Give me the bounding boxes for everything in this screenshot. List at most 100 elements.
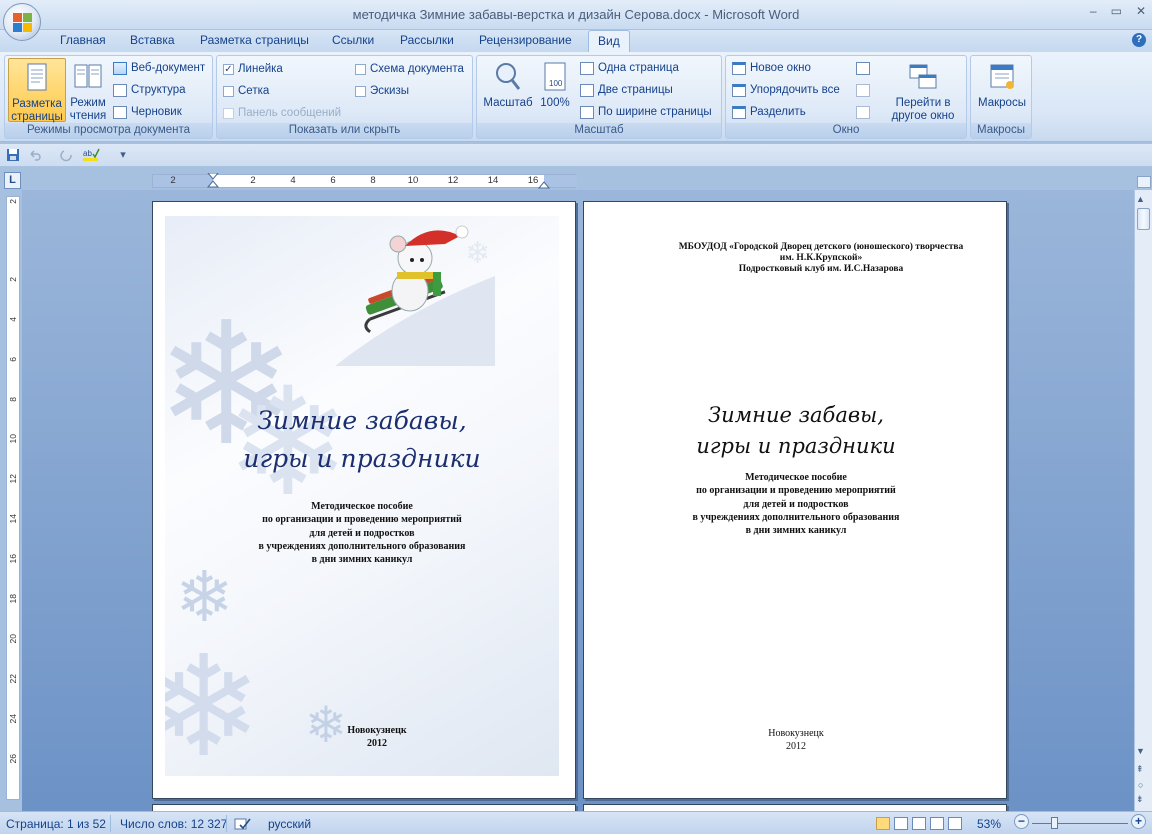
page-2[interactable]: МБОУДОД «Городской Дворец детского (юнош… bbox=[583, 201, 1007, 799]
word-count[interactable]: Число слов: 12 327 bbox=[120, 817, 227, 831]
one-page-button[interactable]: Одна страница bbox=[580, 59, 679, 77]
view-ruler-icon[interactable] bbox=[1137, 176, 1151, 188]
previous-page-icon[interactable]: ⇞ bbox=[1136, 764, 1144, 775]
group-show-hide: ✓ Линейка Сетка Панель сообщений Схема д… bbox=[216, 55, 473, 139]
gridlines-checkbox[interactable]: Сетка bbox=[223, 82, 269, 100]
ruler-number: 2 bbox=[170, 175, 176, 186]
sync-scroll-icon bbox=[856, 83, 870, 97]
ruler-number: 14 bbox=[487, 175, 499, 186]
snowflake-icon: ❄ bbox=[165, 626, 263, 776]
zoom-100-label: 100% bbox=[540, 97, 570, 109]
arrange-all-button[interactable]: Упорядочить все bbox=[732, 81, 840, 99]
close-button[interactable]: ✕ bbox=[1136, 4, 1146, 18]
ribbon-tabs: Главная Вставка Разметка страницы Ссылки… bbox=[0, 30, 1152, 53]
draft-button[interactable]: Черновик bbox=[113, 103, 182, 121]
save-icon[interactable] bbox=[6, 148, 20, 162]
institution-header: МБОУДОД «Городской Дворец детского (юнош… bbox=[678, 242, 964, 274]
macros-button[interactable]: Макросы bbox=[974, 58, 1030, 122]
print-layout-view-icon[interactable] bbox=[876, 817, 890, 830]
web-view-icon[interactable] bbox=[912, 817, 926, 830]
two-pages-button[interactable]: Две страницы bbox=[580, 81, 673, 99]
thumbnails-checkbox[interactable]: Эскизы bbox=[355, 82, 409, 100]
undo-icon[interactable] bbox=[28, 148, 42, 162]
zoom-slider-track[interactable] bbox=[1032, 817, 1128, 829]
group-window: Новое окно Упорядочить все Разделить Пер… bbox=[725, 55, 967, 139]
split-button[interactable]: Разделить bbox=[732, 103, 806, 121]
help-icon[interactable]: ? bbox=[1132, 33, 1146, 47]
horizontal-ruler[interactable]: 2 2 4 6 8 10 12 14 16 bbox=[152, 173, 577, 190]
ruler-number: 16 bbox=[527, 175, 539, 186]
outline-button[interactable]: Структура bbox=[113, 81, 186, 99]
zoom-slider-thumb[interactable] bbox=[1051, 817, 1058, 829]
group-zoom: Масштаб 100 100% Одна страница Две стран… bbox=[476, 55, 722, 139]
tab-selector-button[interactable]: L bbox=[4, 172, 21, 189]
restore-button[interactable]: ▭ bbox=[1111, 4, 1122, 18]
redo-icon[interactable] bbox=[60, 148, 74, 162]
new-window-icon bbox=[732, 61, 746, 75]
cover-title-line1: Зимние забавы, bbox=[257, 406, 467, 435]
right-indent-marker-icon[interactable] bbox=[538, 178, 550, 190]
arrange-all-icon bbox=[732, 83, 746, 97]
ruler-checkbox[interactable]: ✓ Линейка bbox=[223, 60, 283, 78]
ruler-number: 24 bbox=[8, 714, 18, 724]
reset-window-position-button[interactable] bbox=[856, 103, 870, 121]
document-workspace[interactable]: ❄ ❄ ❄ ❄ ❄ ❄ Зимние забавы, игры и праздн… bbox=[22, 190, 1134, 816]
scroll-up-arrow[interactable]: ▲ bbox=[1136, 194, 1145, 204]
office-button[interactable] bbox=[3, 3, 41, 41]
new-window-button[interactable]: Новое окно bbox=[732, 59, 811, 77]
ribbon: Разметка страницы Режим чтения Веб-докум… bbox=[0, 52, 1152, 142]
web-layout-button[interactable]: Веб-документ bbox=[113, 59, 205, 77]
ruler-number: 26 bbox=[8, 754, 18, 764]
vertical-ruler[interactable]: 2 2 4 6 8 10 12 14 16 18 20 22 24 26 bbox=[6, 196, 20, 800]
switch-windows-button[interactable]: Перейти в другое окно bbox=[882, 58, 964, 122]
ruler-number: 20 bbox=[8, 634, 18, 644]
outline-view-icon[interactable] bbox=[930, 817, 944, 830]
scroll-thumb[interactable] bbox=[1137, 208, 1150, 230]
draft-view-icon[interactable] bbox=[948, 817, 962, 830]
page-count[interactable]: Страница: 1 из 52 bbox=[6, 817, 106, 831]
ruler-number: 6 bbox=[330, 175, 336, 186]
zoom-label: Масштаб bbox=[483, 97, 533, 109]
cover-title-line2: игры и праздники bbox=[243, 444, 481, 473]
zoom-in-button[interactable]: + bbox=[1131, 814, 1146, 829]
ruler-number: 2 bbox=[8, 199, 18, 204]
view-side-by-side-button[interactable] bbox=[856, 59, 870, 77]
vertical-scrollbar[interactable]: ▲ ▼ ⇞ ○ ⇟ bbox=[1134, 176, 1152, 811]
spelling-icon[interactable]: ab bbox=[82, 148, 100, 162]
synchronous-scrolling-button[interactable] bbox=[856, 81, 870, 99]
zoom-button[interactable]: Масштаб bbox=[480, 58, 536, 122]
group-document-views: Разметка страницы Режим чтения Веб-докум… bbox=[4, 55, 213, 139]
tab-home[interactable]: Главная bbox=[60, 33, 106, 47]
full-screen-reading-button[interactable]: Режим чтения bbox=[67, 58, 109, 122]
zoom-out-button[interactable]: − bbox=[1014, 814, 1029, 829]
tab-page-layout[interactable]: Разметка страницы bbox=[200, 33, 309, 47]
select-browse-object-icon[interactable]: ○ bbox=[1138, 780, 1143, 790]
cover-background: ❄ ❄ ❄ ❄ ❄ ❄ Зимние забавы, игры и праздн… bbox=[165, 216, 559, 776]
ruler-number: 10 bbox=[407, 175, 419, 186]
scroll-down-arrow[interactable]: ▼ bbox=[1136, 746, 1145, 756]
page-1[interactable]: ❄ ❄ ❄ ❄ ❄ ❄ Зимние забавы, игры и праздн… bbox=[152, 201, 576, 799]
indent-marker-icon[interactable] bbox=[207, 173, 219, 189]
tab-references[interactable]: Ссылки bbox=[332, 33, 374, 47]
proofing-icon[interactable] bbox=[234, 817, 252, 834]
zoom-100-icon: 100 bbox=[540, 61, 570, 93]
zoom-level[interactable]: 53% bbox=[977, 817, 1001, 831]
tab-insert[interactable]: Вставка bbox=[130, 33, 175, 47]
one-page-icon bbox=[580, 61, 594, 75]
minimize-button[interactable]: ‒ bbox=[1090, 4, 1097, 18]
customize-qat-icon[interactable]: ▾ bbox=[116, 148, 130, 162]
document-map-checkbox[interactable]: Схема документа bbox=[355, 60, 464, 78]
tab-mailings[interactable]: Рассылки bbox=[400, 33, 454, 47]
page-width-button[interactable]: По ширине страницы bbox=[580, 103, 712, 121]
next-page-icon[interactable]: ⇟ bbox=[1136, 794, 1144, 805]
switch-windows-label: Перейти в другое окно bbox=[891, 97, 955, 122]
page-layout-button[interactable]: Разметка страницы bbox=[8, 58, 66, 123]
ruler-number: 2 bbox=[250, 175, 256, 186]
switch-windows-icon bbox=[908, 61, 938, 93]
tab-view[interactable]: Вид bbox=[588, 30, 630, 53]
page2-city-year: Новокузнецк 2012 bbox=[768, 728, 824, 752]
zoom-100-button[interactable]: 100 100% bbox=[537, 58, 573, 122]
tab-review[interactable]: Рецензирование bbox=[479, 33, 572, 47]
reading-view-icon[interactable] bbox=[894, 817, 908, 830]
language[interactable]: русский bbox=[268, 817, 311, 831]
